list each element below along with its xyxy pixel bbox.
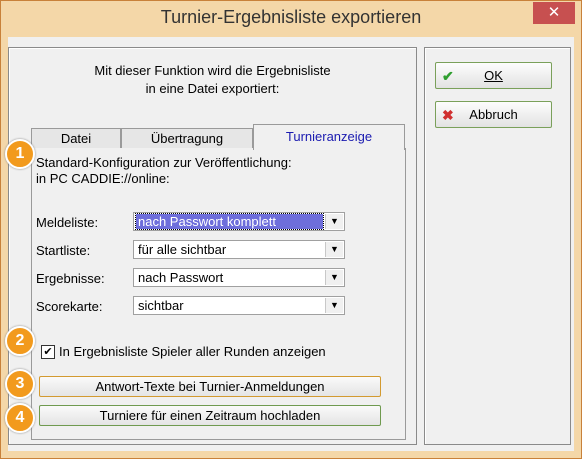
options-panel: Mit dieser Funktion wird die Ergebnislis… [8, 47, 417, 445]
startliste-label: Startliste: [36, 243, 91, 258]
ergebnisse-label: Ergebnisse: [36, 271, 105, 286]
zeitraum-hochladen-button[interactable]: Turniere für einen Zeitraum hochladen [39, 405, 381, 426]
window-title: Turnier-Ergebnisliste exportieren [160, 7, 422, 27]
ergebnisse-value: nach Passwort [138, 270, 224, 285]
intro-line-1: Mit dieser Funktion wird die Ergebnislis… [94, 63, 331, 78]
meldeliste-value: nach Passwort komplett [135, 213, 324, 230]
callout-badge-1: 1 [5, 139, 35, 169]
all-rounds-checkbox[interactable]: ✔ [41, 345, 55, 359]
close-button[interactable]: ✕ [533, 2, 575, 24]
dialog-window: Turnier-Ergebnisliste exportieren ✕ Mit … [0, 0, 582, 459]
cancel-button[interactable]: ✖ Abbruch [435, 101, 552, 128]
scorekarte-select[interactable]: sichtbar ▼ [133, 296, 345, 315]
dropdown-arrow-icon[interactable]: ▼ [325, 298, 343, 313]
scorekarte-label: Scorekarte: [36, 299, 103, 314]
intro-line-2: in eine Datei exportiert: [145, 81, 280, 96]
meldeliste-select[interactable]: nach Passwort komplett ▼ [133, 212, 345, 231]
config-description: Standard-Konfiguration zur Veröffentlich… [36, 155, 292, 187]
startliste-value: für alle sichtbar [138, 242, 227, 257]
scorekarte-value: sichtbar [138, 298, 184, 313]
ok-button[interactable]: ✔ OK [435, 62, 552, 89]
callout-badge-4: 4 [5, 403, 35, 433]
antwort-texte-button[interactable]: Antwort-Texte bei Turnier-Anmeldungen [39, 376, 381, 397]
ergebnisse-select[interactable]: nach Passwort ▼ [133, 268, 345, 287]
config-description-line-1: Standard-Konfiguration zur Veröffentlich… [36, 155, 292, 170]
tab-uebertragung[interactable]: Übertragung [121, 128, 253, 148]
startliste-select[interactable]: für alle sichtbar ▼ [133, 240, 345, 259]
callout-badge-3: 3 [5, 369, 35, 399]
callout-badge-2: 2 [5, 326, 35, 356]
dropdown-arrow-icon[interactable]: ▼ [325, 270, 343, 285]
meldeliste-label: Meldeliste: [36, 215, 99, 230]
config-description-line-2: in PC CADDIE://online: [36, 171, 170, 186]
ok-button-label: OK [484, 68, 503, 83]
intro-text: Mit dieser Funktion wird die Ergebnislis… [9, 62, 416, 98]
all-rounds-checkbox-label[interactable]: In Ergebnisliste Spieler aller Runden an… [59, 344, 326, 359]
tab-turnieranzeige[interactable]: Turnieranzeige [253, 124, 405, 150]
tab-datei[interactable]: Datei [31, 128, 121, 148]
title-bar: Turnier-Ergebnisliste exportieren ✕ [1, 1, 581, 36]
action-panel: ✔ OK ✖ Abbruch [424, 47, 571, 445]
dialog-client-area: Mit dieser Funktion wird die Ergebnislis… [8, 37, 574, 451]
cancel-button-label: Abbruch [469, 107, 518, 122]
dropdown-arrow-icon[interactable]: ▼ [325, 214, 343, 229]
dropdown-arrow-icon[interactable]: ▼ [325, 242, 343, 257]
